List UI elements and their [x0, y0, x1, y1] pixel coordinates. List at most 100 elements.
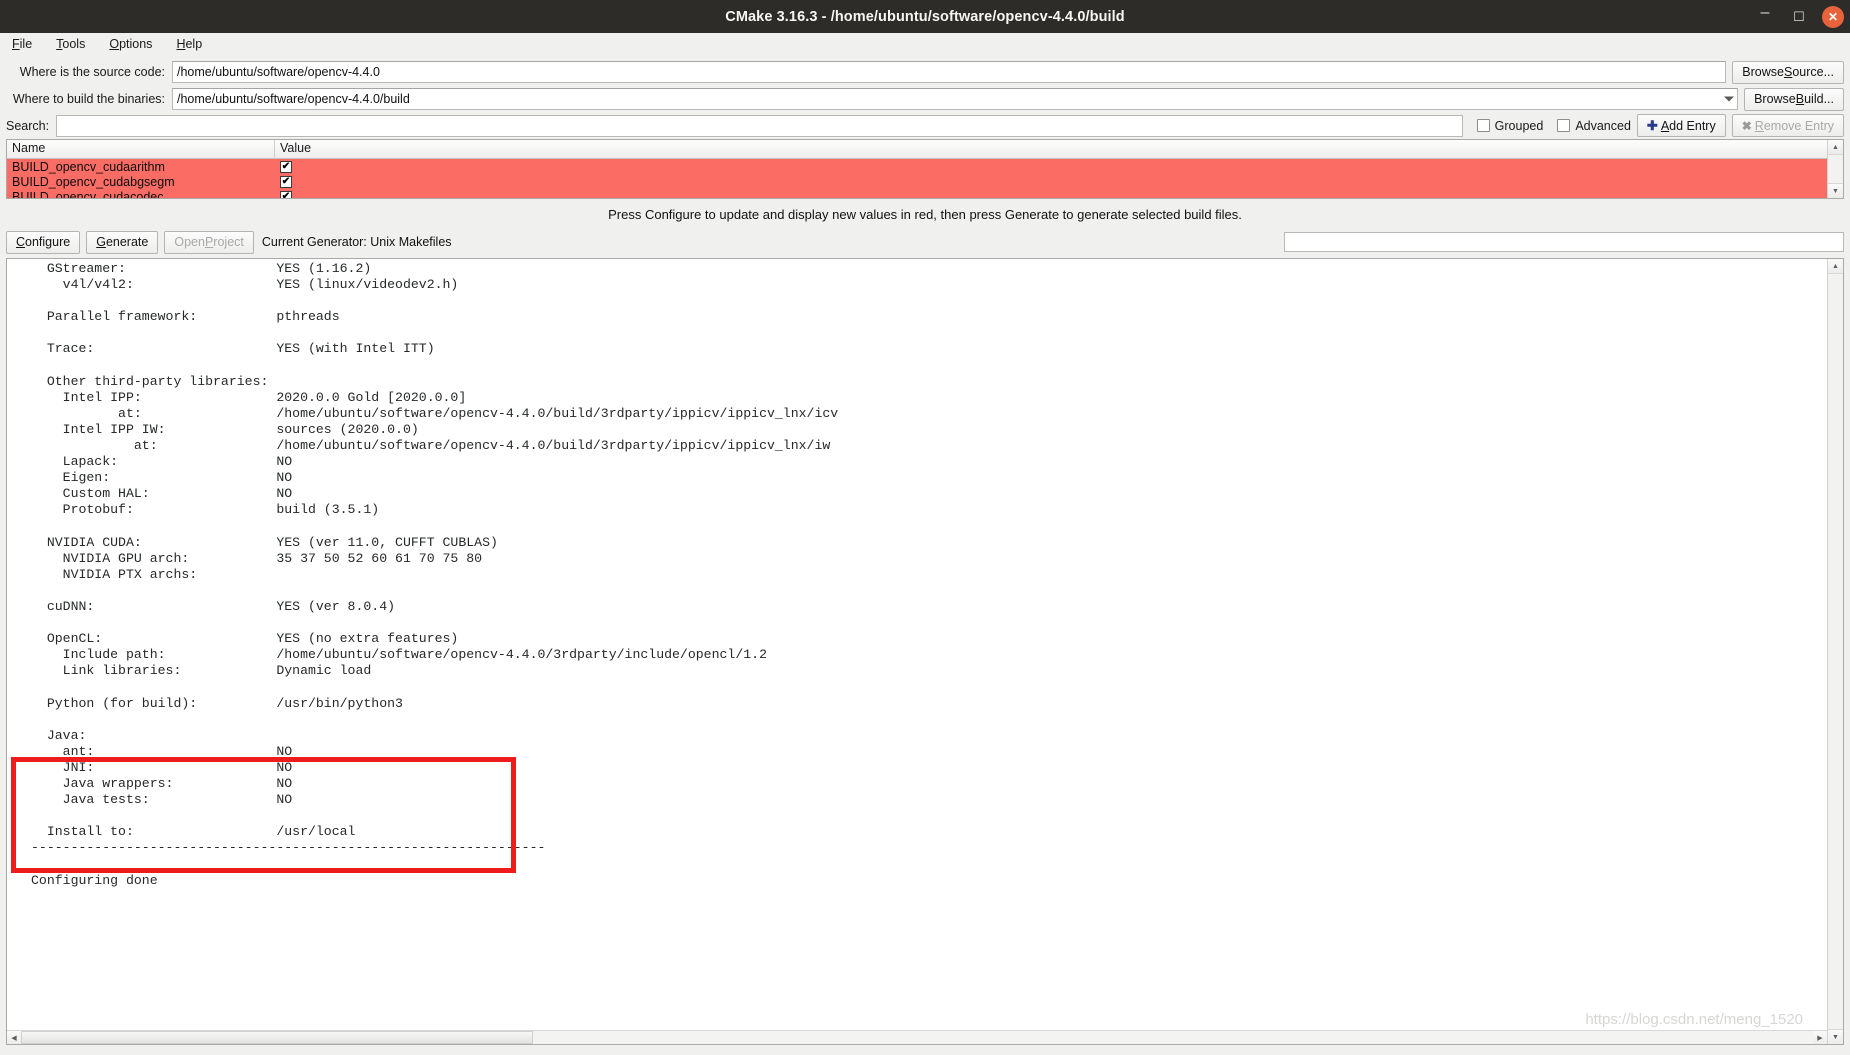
cache-table: Name Value BUILD_opencv_cudaarithm ✔ BUI…: [6, 139, 1844, 199]
column-header-name[interactable]: Name: [7, 140, 275, 158]
table-row[interactable]: BUILD_opencv_cudacodec ✔: [7, 189, 1827, 198]
log-line: at: /home/ubuntu/software/opencv-4.4.0/b…: [31, 405, 839, 421]
log-line: Custom HAL: NO: [31, 486, 293, 502]
log-line: Configuring done: [31, 872, 158, 888]
scroll-down-icon[interactable]: ▼: [1828, 1029, 1843, 1044]
source-path-input[interactable]: /home/ubuntu/software/opencv-4.4.0: [172, 61, 1727, 83]
add-entry-label: Add Entry: [1660, 118, 1716, 133]
hscroll-track[interactable]: [21, 1031, 1813, 1044]
browse-source-button[interactable]: Browse Source...: [1732, 60, 1844, 84]
remove-entry-button: ✖ Remove Entry: [1731, 114, 1844, 137]
browse-build-button[interactable]: Browse Build...: [1744, 87, 1844, 111]
maximize-icon[interactable]: ☐: [1788, 6, 1810, 28]
grouped-checkbox-label: Grouped: [1494, 118, 1544, 133]
add-entry-button[interactable]: ✚ Add Entry: [1636, 114, 1726, 137]
close-icon[interactable]: ✕: [1822, 5, 1844, 28]
cache-table-inner: Name Value BUILD_opencv_cudaarithm ✔ BUI…: [7, 140, 1827, 198]
path-section: Where is the source code: /home/ubuntu/s…: [0, 55, 1850, 113]
hscroll-thumb[interactable]: [21, 1031, 533, 1044]
menu-options[interactable]: Options: [105, 36, 156, 52]
output-log-inner: GStreamer: YES (1.16.2) v4l/v4l2: YES (l…: [7, 259, 1827, 1044]
search-row: Search: Grouped Advanced ✚ Add Entry ✖ R…: [0, 113, 1850, 139]
chevron-down-icon[interactable]: [1724, 96, 1735, 102]
grouped-checkbox-box[interactable]: [1476, 119, 1490, 132]
search-input[interactable]: [56, 114, 1463, 137]
open-project-button: Open Project: [164, 230, 254, 254]
cache-entry-value[interactable]: ✔: [275, 175, 1827, 188]
log-line: NVIDIA GPU arch: 35 37 50 52 60 61 70 75…: [31, 550, 483, 566]
output-log-hscrollbar[interactable]: ◀ ▶: [7, 1030, 1827, 1044]
log-line: Python (for build): /usr/bin/python3: [31, 695, 403, 711]
advanced-checkbox-label: Advanced: [1575, 118, 1631, 133]
plus-icon: ✚: [1646, 118, 1658, 133]
log-line: cuDNN: YES (ver 8.0.4): [31, 598, 396, 614]
scroll-left-icon[interactable]: ◀: [7, 1031, 21, 1044]
menu-file[interactable]: File: [8, 36, 36, 52]
table-row[interactable]: BUILD_opencv_cudabgsegm ✔: [7, 174, 1827, 189]
log-line: Intel IPP: 2020.0.0 Gold [2020.0.0]: [31, 389, 467, 405]
checkbox-checked-icon[interactable]: ✔: [280, 190, 292, 198]
scroll-up-icon[interactable]: ▲: [1828, 140, 1843, 155]
output-log-vscrollbar[interactable]: ▲ ▼: [1827, 259, 1843, 1044]
build-path-value: /home/ubuntu/software/opencv-4.4.0/build: [177, 92, 410, 106]
advanced-checkbox-box[interactable]: [1557, 119, 1571, 132]
scroll-right-icon[interactable]: ▶: [1813, 1031, 1827, 1044]
log-line: Protobuf: build (3.5.1): [31, 502, 380, 518]
cache-entry-value[interactable]: ✔: [275, 190, 1827, 198]
cache-entry-value[interactable]: ✔: [275, 160, 1827, 173]
log-line: NVIDIA CUDA: YES (ver 11.0, CUFFT CUBLAS…: [31, 534, 498, 550]
log-line: ----------------------------------------…: [31, 840, 546, 856]
log-line: Trace: YES (with Intel ITT): [31, 341, 435, 357]
cache-table-header: Name Value: [7, 140, 1827, 159]
log-line: Java:: [31, 727, 87, 743]
cache-table-scrollbar[interactable]: ▲ ▼: [1827, 140, 1843, 198]
log-line: v4l/v4l2: YES (linux/videodev2.h): [31, 277, 459, 293]
log-line: Intel IPP IW: sources (2020.0.0): [31, 421, 419, 437]
grouped-checkbox[interactable]: Grouped: [1476, 118, 1544, 133]
menu-options-rest: ptions: [119, 37, 153, 51]
scroll-down-icon[interactable]: ▼: [1828, 183, 1843, 198]
checkbox-checked-icon[interactable]: ✔: [280, 160, 292, 173]
output-log-text[interactable]: GStreamer: YES (1.16.2) v4l/v4l2: YES (l…: [7, 259, 1827, 1044]
log-line: Other third-party libraries:: [31, 373, 269, 389]
log-line: OpenCL: YES (no extra features): [31, 631, 459, 647]
search-label: Search:: [6, 118, 50, 133]
log-line: GStreamer: YES (1.16.2): [31, 261, 372, 276]
cache-entry-name: BUILD_opencv_cudabgsegm: [12, 174, 175, 189]
progress-bar: [1284, 232, 1844, 252]
source-path-label: Where is the source code:: [19, 65, 165, 79]
log-line: Java tests: NO: [31, 792, 293, 808]
checkbox-checked-icon[interactable]: ✔: [280, 175, 292, 188]
build-path-input[interactable]: /home/ubuntu/software/opencv-4.4.0/build: [172, 88, 1739, 110]
scroll-up-icon[interactable]: ▲: [1828, 259, 1843, 274]
action-row: Configure Generate Open Project Current …: [0, 230, 1850, 258]
cmake-gui-window: CMake 3.16.3 - /home/ubuntu/software/ope…: [0, 0, 1850, 1055]
cache-entry-name: BUILD_opencv_cudaarithm: [12, 159, 165, 174]
column-header-value[interactable]: Value: [275, 140, 1827, 158]
log-line: Parallel framework: pthreads: [31, 309, 340, 325]
advanced-checkbox[interactable]: Advanced: [1557, 119, 1631, 133]
menu-file-rest: ile: [19, 37, 33, 51]
log-line: JNI: NO: [31, 759, 293, 775]
generate-button[interactable]: Generate: [86, 230, 159, 254]
configure-button[interactable]: Configure: [6, 230, 81, 254]
window-bottom-strip: [0, 1045, 1850, 1055]
current-generator-label: Current Generator: Unix Makefiles: [261, 235, 452, 249]
log-line: ant: NO: [31, 743, 293, 759]
minimize-icon[interactable]: –: [1754, 5, 1776, 28]
remove-entry-label: Remove Entry: [1754, 118, 1834, 133]
menu-help[interactable]: Help: [172, 36, 206, 52]
table-row[interactable]: BUILD_opencv_cudaarithm ✔: [7, 159, 1827, 174]
menu-tools[interactable]: Tools: [52, 36, 89, 52]
log-line: Lapack: NO: [31, 454, 293, 470]
log-line: at: /home/ubuntu/software/opencv-4.4.0/b…: [31, 438, 831, 454]
cache-entry-name: BUILD_opencv_cudacodec: [12, 189, 164, 199]
output-log-area: GStreamer: YES (1.16.2) v4l/v4l2: YES (l…: [6, 258, 1844, 1045]
log-line: Eigen: NO: [31, 470, 293, 486]
